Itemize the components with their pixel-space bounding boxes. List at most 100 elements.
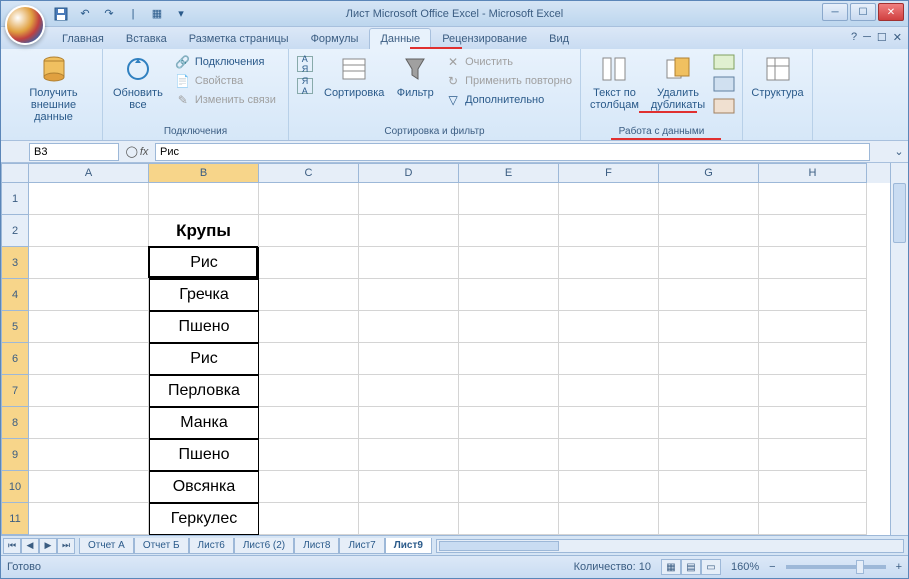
fx-button[interactable]: ◯ fx (119, 145, 155, 158)
col-header-H[interactable]: H (759, 163, 867, 183)
cell-E6[interactable] (459, 343, 559, 375)
cell-A11[interactable] (29, 503, 149, 535)
cell-F7[interactable] (559, 375, 659, 407)
cell-H2[interactable] (759, 215, 867, 247)
cell-A6[interactable] (29, 343, 149, 375)
cell-D7[interactable] (359, 375, 459, 407)
minimize-ribbon-icon[interactable]: ─ (863, 31, 871, 44)
name-box[interactable]: B3 (29, 143, 119, 161)
cell-G8[interactable] (659, 407, 759, 439)
cell-G3[interactable] (659, 247, 759, 279)
cell-A7[interactable] (29, 375, 149, 407)
row-header-3[interactable]: 3 (1, 247, 29, 279)
text-to-columns-button[interactable]: Текст по столбцам (587, 51, 642, 113)
cell-C7[interactable] (259, 375, 359, 407)
advanced-filter-button[interactable]: ▽Дополнительно (443, 91, 574, 109)
cell-F5[interactable] (559, 311, 659, 343)
cell-D4[interactable] (359, 279, 459, 311)
cell-E2[interactable] (459, 215, 559, 247)
col-header-D[interactable]: D (359, 163, 459, 183)
cell-H8[interactable] (759, 407, 867, 439)
horizontal-scrollbar[interactable] (436, 539, 904, 553)
tab-home[interactable]: Главная (51, 28, 115, 49)
cell-F2[interactable] (559, 215, 659, 247)
cell-G6[interactable] (659, 343, 759, 375)
row-header-6[interactable]: 6 (1, 343, 29, 375)
refresh-all-button[interactable]: Обновить все (109, 51, 167, 113)
cell-C4[interactable] (259, 279, 359, 311)
sheet-nav-last[interactable]: ⏭ (57, 538, 75, 554)
cell-H5[interactable] (759, 311, 867, 343)
cell-F1[interactable] (559, 183, 659, 215)
sheet-nav-prev[interactable]: ◀ (21, 538, 39, 554)
cell-B7[interactable]: Перловка (149, 375, 259, 407)
cell-F8[interactable] (559, 407, 659, 439)
cell-B10[interactable]: Овсянка (149, 471, 259, 503)
cells-area[interactable]: КрупыРисГречкаПшеноРисПерловкаМанкаПшено… (29, 183, 890, 535)
cell-F3[interactable] (559, 247, 659, 279)
properties-button[interactable]: 📄Свойства (173, 72, 278, 90)
cell-E9[interactable] (459, 439, 559, 471)
cell-D9[interactable] (359, 439, 459, 471)
office-button[interactable] (5, 5, 45, 45)
view-normal-button[interactable]: ▦ (661, 559, 681, 575)
edit-links-button[interactable]: ✎Изменить связи (173, 91, 278, 109)
cell-D8[interactable] (359, 407, 459, 439)
cell-D2[interactable] (359, 215, 459, 247)
cell-D3[interactable] (359, 247, 459, 279)
cell-D11[interactable] (359, 503, 459, 535)
cell-E1[interactable] (459, 183, 559, 215)
cell-A10[interactable] (29, 471, 149, 503)
cell-G2[interactable] (659, 215, 759, 247)
zoom-slider[interactable] (786, 565, 886, 569)
cell-F4[interactable] (559, 279, 659, 311)
cell-B5[interactable]: Пшено (149, 311, 259, 343)
cell-C2[interactable] (259, 215, 359, 247)
cell-C8[interactable] (259, 407, 359, 439)
row-header-7[interactable]: 7 (1, 375, 29, 407)
structure-button[interactable]: Структура (749, 51, 806, 101)
cell-H9[interactable] (759, 439, 867, 471)
cell-C1[interactable] (259, 183, 359, 215)
col-header-C[interactable]: C (259, 163, 359, 183)
cell-H10[interactable] (759, 471, 867, 503)
sheet-tab-6[interactable]: Лист9 (385, 538, 432, 554)
reapply-button[interactable]: ↻Применить повторно (443, 72, 574, 90)
cell-C3[interactable] (259, 247, 359, 279)
cell-G11[interactable] (659, 503, 759, 535)
cell-G1[interactable] (659, 183, 759, 215)
row-header-4[interactable]: 4 (1, 279, 29, 311)
col-header-F[interactable]: F (559, 163, 659, 183)
view-page-layout-button[interactable]: ▤ (681, 559, 701, 575)
cell-E7[interactable] (459, 375, 559, 407)
tab-insert[interactable]: Вставка (115, 28, 178, 49)
row-header-10[interactable]: 10 (1, 471, 29, 503)
sheet-nav-next[interactable]: ▶ (39, 538, 57, 554)
row-header-8[interactable]: 8 (1, 407, 29, 439)
formula-expand-icon[interactable]: ⌄ (890, 145, 908, 158)
sheet-tab-0[interactable]: Отчет А (79, 538, 134, 554)
row-header-11[interactable]: 11 (1, 503, 29, 535)
view-page-break-button[interactable]: ▭ (701, 559, 721, 575)
cell-F9[interactable] (559, 439, 659, 471)
tab-view[interactable]: Вид (538, 28, 580, 49)
cell-B6[interactable]: Рис (149, 343, 259, 375)
vertical-scrollbar[interactable] (890, 163, 908, 535)
consolidate-icon[interactable] (714, 77, 736, 93)
col-header-G[interactable]: G (659, 163, 759, 183)
cell-H1[interactable] (759, 183, 867, 215)
cell-E11[interactable] (459, 503, 559, 535)
save-icon[interactable] (51, 4, 71, 24)
cell-G5[interactable] (659, 311, 759, 343)
cell-D10[interactable] (359, 471, 459, 503)
sort-asc-button[interactable]: АЯ (295, 55, 315, 73)
row-header-2[interactable]: 2 (1, 215, 29, 247)
maximize-button[interactable]: ☐ (850, 3, 876, 21)
cell-G9[interactable] (659, 439, 759, 471)
data-validation-icon[interactable] (714, 55, 736, 71)
qat-dropdown-icon[interactable]: ▾ (171, 4, 191, 24)
minimize-button[interactable]: ─ (822, 3, 848, 21)
close-button[interactable]: ✕ (878, 3, 904, 21)
get-external-data-button[interactable]: Получить внешние данные (11, 51, 96, 125)
row-header-1[interactable]: 1 (1, 183, 29, 215)
